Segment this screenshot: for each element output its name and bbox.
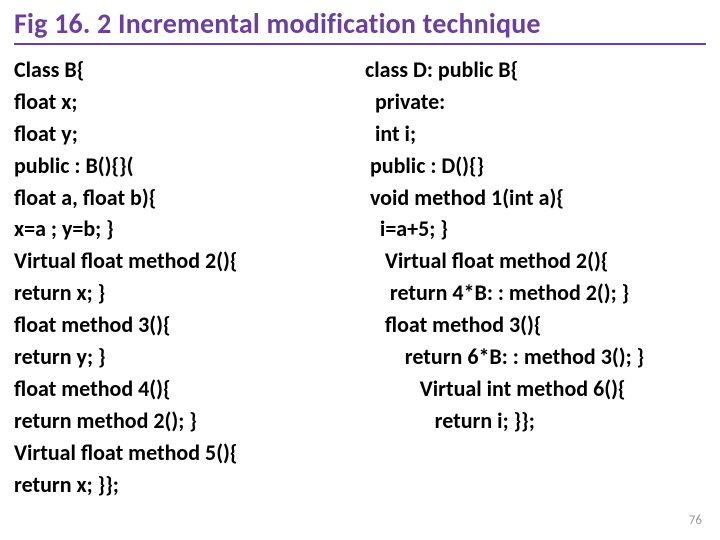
- code-right: class D: public B{ private: int i; publi…: [355, 54, 706, 500]
- page-number: 76: [689, 513, 702, 528]
- slide-title: Fig 16. 2 Incremental modification techn…: [14, 6, 706, 45]
- content-columns: Class B{ float x; float y; public : B(){…: [14, 54, 706, 500]
- slide: Fig 16. 2 Incremental modification techn…: [0, 0, 720, 540]
- code-left: Class B{ float x; float y; public : B(){…: [14, 54, 355, 500]
